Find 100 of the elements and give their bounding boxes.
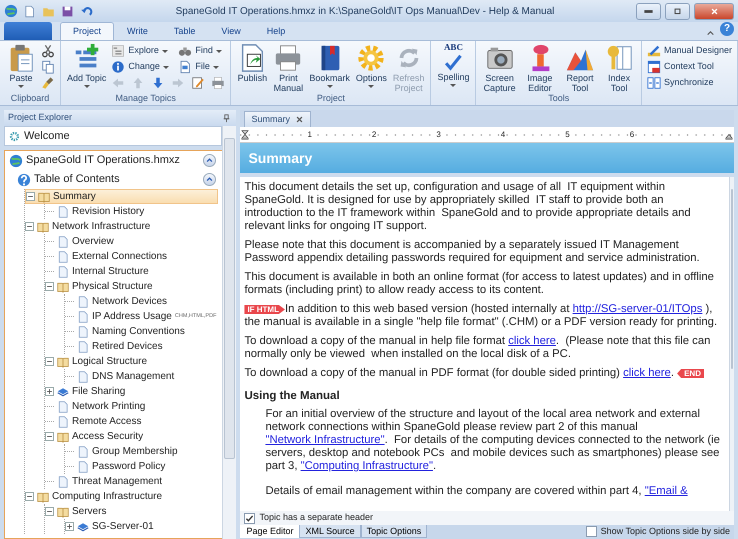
project-name[interactable]: SpaneGold IT Operations.hmxz <box>26 152 180 169</box>
welcome-item[interactable]: Welcome <box>4 126 222 146</box>
editor-mode-tab[interactable]: Topic Options <box>360 525 428 538</box>
tree-item[interactable]: Revision History <box>45 204 218 219</box>
ruler-number: 1 <box>306 130 313 140</box>
tree-item[interactable]: Computing Infrastructure <box>25 489 218 504</box>
ribbon-tab[interactable]: Table <box>160 22 208 40</box>
brush-button[interactable] <box>40 75 56 91</box>
page-icon <box>57 236 69 248</box>
minimize-button[interactable] <box>636 2 661 20</box>
ribbon-button[interactable]: Paste <box>4 43 38 88</box>
toc-title[interactable]: Table of Contents <box>34 171 120 188</box>
ribbon-button[interactable]: Bookmark <box>307 43 352 88</box>
expand-toggle[interactable] <box>45 507 54 516</box>
ribbon-tab[interactable]: Help <box>254 22 298 40</box>
ribbon-button[interactable]: Synchronize <box>646 75 733 91</box>
caret-icon <box>162 50 168 52</box>
tree-item[interactable]: Logical Structure <box>45 354 218 369</box>
ribbon-button[interactable]: Image Editor <box>520 43 559 93</box>
save-icon <box>61 4 74 18</box>
ribbon-button[interactable]: Print Manual <box>271 43 306 93</box>
expand-toggle[interactable] <box>45 282 54 291</box>
close-button[interactable] <box>694 2 734 20</box>
expand-toggle[interactable] <box>25 222 34 231</box>
tree-item[interactable]: Remote Access <box>45 414 218 429</box>
gear-icon <box>9 130 20 142</box>
tree-item[interactable]: Summary <box>25 189 218 204</box>
ribbon-button[interactable]: Explore <box>110 43 174 59</box>
tree-item[interactable]: Password Policy <box>65 459 218 474</box>
page-icon <box>77 446 89 458</box>
ribbon-button[interactable]: Screen Capture <box>480 43 519 93</box>
tree-item[interactable]: Naming Conventions <box>65 324 218 339</box>
maximize-button[interactable] <box>665 2 690 20</box>
copy-button[interactable] <box>40 59 56 75</box>
ribbon-tab[interactable]: Write <box>114 22 161 40</box>
ribbon-button[interactable]: ABC Spelling <box>435 43 472 87</box>
tree-item[interactable]: Internal Structure <box>45 264 218 279</box>
pin-button[interactable] <box>221 112 232 124</box>
group-label: Tools <box>547 93 570 105</box>
editor-tab[interactable]: Summary <box>244 110 311 127</box>
scrollbar[interactable] <box>729 177 734 511</box>
editor-mode-tab[interactable]: Page Editor <box>240 525 300 538</box>
expand-toggle[interactable] <box>65 522 74 531</box>
panel-title: Project Explorer <box>8 111 74 124</box>
edit-button[interactable] <box>190 75 206 91</box>
ribbon-button[interactable]: Index Tool <box>601 43 637 93</box>
tree-item[interactable]: Threat Management <box>45 474 218 489</box>
link[interactable]: http://SG-server-01/ITOps <box>572 303 702 315</box>
ruler-number: 5 <box>564 130 571 140</box>
gear-icon <box>356 43 386 73</box>
checkbox-label: Show Topic Options side by side <box>600 525 730 538</box>
ribbon-button[interactable]: Add Topic <box>65 43 108 88</box>
tree-item[interactable]: File Sharing <box>45 384 218 399</box>
copy-icon <box>41 60 55 74</box>
ribbon-button[interactable]: Manual Designer <box>646 43 733 59</box>
tree-item[interactable]: Network Devices <box>65 294 218 309</box>
expand-toggle[interactable] <box>25 492 34 501</box>
tree-item[interactable]: Retired Devices <box>65 339 218 354</box>
ribbon-button[interactable]: Change <box>110 59 174 75</box>
close-button[interactable] <box>294 114 304 124</box>
expand-toggle[interactable] <box>45 432 54 441</box>
link[interactable]: click here <box>623 367 671 379</box>
ribbon-tab[interactable]: Project <box>60 22 114 40</box>
ribbon-button[interactable]: Publish <box>235 43 270 83</box>
scissors-button[interactable] <box>40 43 56 59</box>
tree-item[interactable]: DNS Management <box>65 369 218 384</box>
ribbon-button[interactable]: Options <box>354 43 389 88</box>
ribbon-button[interactable]: Find <box>177 43 226 59</box>
ribbon-tab[interactable]: View <box>208 22 254 40</box>
collapse-button[interactable] <box>203 154 216 167</box>
page-icon <box>77 460 89 472</box>
tree-item[interactable]: Physical Structure <box>45 279 218 294</box>
ribbon-button[interactable]: Context Tool <box>646 59 733 75</box>
sync-icon <box>646 76 661 90</box>
printer-button[interactable] <box>210 75 226 91</box>
section-heading: Using the Manual <box>244 389 341 404</box>
tree-item[interactable]: External Connections <box>45 249 218 264</box>
checkbox[interactable] <box>586 526 597 538</box>
link[interactable]: "Network Infrastructure" <box>265 434 385 446</box>
tree-item[interactable]: Network Printing <box>45 399 218 414</box>
editor-mode-tab[interactable]: XML Source <box>299 525 361 538</box>
ribbon-button[interactable]: File <box>177 59 226 75</box>
tree-item[interactable]: Group Membership <box>65 444 218 459</box>
checkbox[interactable] <box>244 512 256 524</box>
ribbon-button[interactable]: Report Tool <box>560 43 600 93</box>
expand-toggle[interactable] <box>45 387 54 396</box>
expand-toggle[interactable] <box>26 192 35 201</box>
link[interactable]: "Computing Infrastructure" <box>300 460 433 472</box>
link[interactable]: click here <box>508 335 556 347</box>
tree-item[interactable]: Network Infrastructure <box>25 219 218 234</box>
tree-item[interactable]: Access Security <box>45 429 218 444</box>
help-button[interactable]: ? <box>720 22 734 36</box>
collapse-button[interactable] <box>203 173 216 186</box>
scrollbar[interactable] <box>222 126 236 539</box>
tree-item[interactable]: Overview <box>45 234 218 249</box>
close-icon <box>296 116 303 123</box>
tree-item[interactable]: Servers <box>45 504 218 519</box>
link[interactable]: "Email & <box>644 485 688 498</box>
expand-toggle[interactable] <box>45 357 54 366</box>
tree-item[interactable]: SG-Server-01 <box>65 519 218 534</box>
